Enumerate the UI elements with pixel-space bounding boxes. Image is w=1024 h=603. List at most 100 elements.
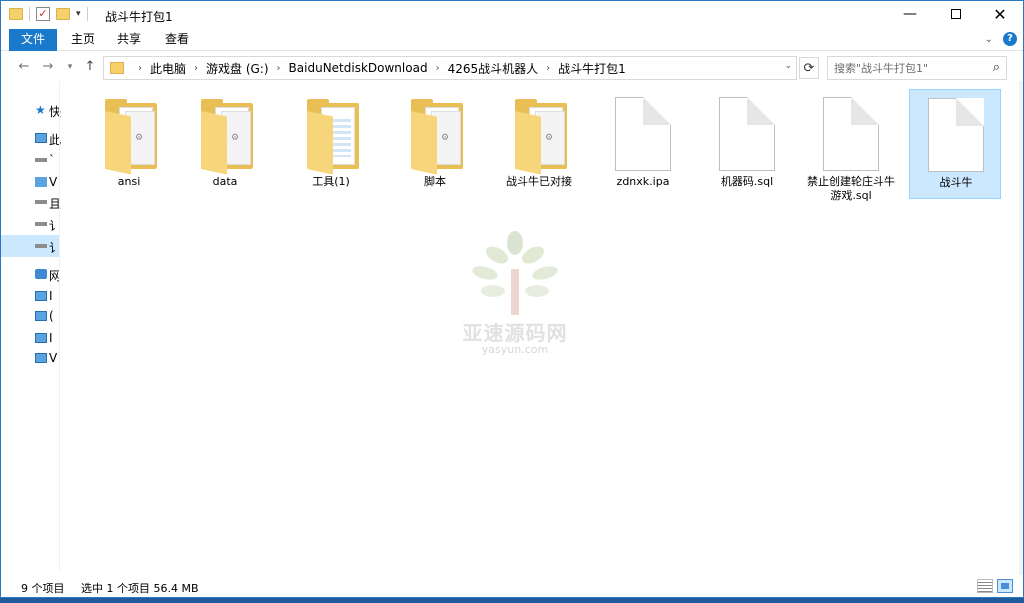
monitor-icon xyxy=(35,333,47,343)
folder-icon: ⚙ xyxy=(101,97,157,175)
folder-item-ansi[interactable]: ⚙ ansi xyxy=(83,89,175,199)
maximize-icon xyxy=(951,9,961,19)
toolbar-divider xyxy=(29,7,30,21)
watermark-title: 亚速源码网 xyxy=(462,321,568,345)
nav-item-computer[interactable]: V xyxy=(1,347,59,369)
item-name: 战斗牛已对接 xyxy=(506,175,572,188)
maximize-button[interactable] xyxy=(933,1,979,29)
search-icon[interactable]: ⌕ xyxy=(993,60,1000,75)
up-arrow-icon[interactable]: ↑ xyxy=(81,57,99,77)
drive-icon xyxy=(35,222,47,226)
scrollbar-track[interactable] xyxy=(1019,81,1023,581)
navigation-pane[interactable]: ★ 快 此 ` V 且 讠 讠 网 I (I V xyxy=(1,91,61,571)
chevron-right-icon[interactable]: › xyxy=(194,63,198,74)
large-icons-view-button[interactable] xyxy=(997,579,1013,593)
item-name: zdnxk.ipa xyxy=(616,175,670,188)
forward-arrow-icon[interactable]: → xyxy=(39,57,57,77)
nav-item-label: ` xyxy=(49,153,55,167)
folder-icon: ⚙ xyxy=(511,97,567,175)
folder-item-connected[interactable]: ⚙ 战斗牛已对接 xyxy=(493,89,585,199)
drive-icon xyxy=(35,244,47,248)
customize-dropdown-icon[interactable]: ▾ xyxy=(76,9,81,19)
recent-locations-icon[interactable]: ▾ xyxy=(61,57,79,77)
file-icon xyxy=(615,97,671,171)
pane-divider[interactable] xyxy=(59,81,60,571)
network-icon xyxy=(35,269,47,279)
nav-item-label: I xyxy=(49,331,53,345)
tab-share[interactable]: 共享 xyxy=(105,29,153,51)
breadcrumb-game-drive[interactable]: 游戏盘 (G:) xyxy=(206,60,269,77)
search-box[interactable]: ⌕ xyxy=(827,56,1007,80)
folder-item-tools[interactable]: 工具(1) xyxy=(285,89,377,199)
tree-logo-icon xyxy=(472,231,558,315)
refresh-button[interactable]: ⟳ xyxy=(799,57,819,79)
star-icon: ★ xyxy=(35,103,46,117)
breadcrumb-this-pc[interactable]: 此电脑 xyxy=(150,60,186,77)
nav-item-label: V xyxy=(49,351,58,365)
tab-home[interactable]: 主页 xyxy=(59,29,107,51)
file-item-machine-code[interactable]: 机器码.sql xyxy=(701,89,793,199)
folder-icon: ⚙ xyxy=(407,97,463,175)
watermark-logo: 亚速源码网 yasyun.com xyxy=(445,229,585,359)
address-bar[interactable]: › 此电脑 › 游戏盘 (G:) › BaiduNetdiskDownload … xyxy=(103,56,797,80)
item-name: data xyxy=(212,175,238,188)
item-count: 9 个项目 xyxy=(21,582,65,595)
file-item-sql[interactable]: 禁止创建轮庄斗牛游戏.sql xyxy=(805,89,897,202)
folder-icon xyxy=(110,62,124,74)
tab-view[interactable]: 查看 xyxy=(153,29,201,51)
address-history-dropdown-icon[interactable]: ⌄ xyxy=(784,61,792,71)
nav-item-computer[interactable]: I xyxy=(1,285,59,307)
chevron-right-icon[interactable]: › xyxy=(436,63,440,74)
quick-access-toolbar: ✓ ▾ xyxy=(9,7,88,21)
details-view-button[interactable] xyxy=(977,579,993,593)
ribbon-tabs: 文件 主页 共享 查看 ⌄ ? xyxy=(1,29,1023,51)
nav-item-label: V xyxy=(49,175,58,189)
help-icon[interactable]: ? xyxy=(1003,32,1017,46)
nav-item-computer[interactable]: ( xyxy=(1,305,59,327)
expand-ribbon-icon[interactable]: ⌄ xyxy=(985,34,993,45)
breadcrumb-current[interactable]: 战斗牛打包1 xyxy=(558,60,626,77)
window-title: 战斗牛打包1 xyxy=(105,10,173,24)
nav-item-label: I xyxy=(49,289,53,303)
item-name: 禁止创建轮庄斗牛游戏.sql xyxy=(807,175,895,202)
nav-item-game-drive[interactable]: 讠 xyxy=(1,235,61,257)
selection-info: 选中 1 个项目 56.4 MB xyxy=(81,582,199,595)
folder-icon xyxy=(9,8,23,20)
nav-item-drive[interactable]: 讠 xyxy=(1,213,61,235)
folder-item-data[interactable]: ⚙ data xyxy=(179,89,271,199)
explorer-window: ✓ ▾ 战斗牛打包1 — ✕ 文件 主页 共享 查看 ⌄ ? ← → ▾ ↑ ›… xyxy=(0,0,1024,598)
folder-item-scripts[interactable]: ⚙ 脚本 xyxy=(389,89,481,199)
chevron-right-icon[interactable]: › xyxy=(138,63,142,74)
item-name: ansi xyxy=(117,175,141,188)
close-button[interactable]: ✕ xyxy=(977,1,1023,29)
nav-item-drive[interactable]: 且 xyxy=(1,191,61,213)
nav-item-computer[interactable]: I xyxy=(1,327,59,349)
nav-item-network-drive[interactable]: V xyxy=(1,171,59,193)
desktop-edge xyxy=(0,598,1024,603)
drive-icon xyxy=(35,158,47,162)
nav-item-network[interactable]: 网 xyxy=(1,263,61,285)
file-item-selected[interactable]: 战斗牛 xyxy=(909,89,1001,199)
properties-icon[interactable]: ✓ xyxy=(36,7,50,21)
file-icon xyxy=(928,98,984,172)
file-item-ipa[interactable]: zdnxk.ipa xyxy=(597,89,689,199)
nav-item-this-pc[interactable]: 此 xyxy=(1,127,61,149)
minimize-button[interactable]: — xyxy=(887,1,933,29)
breadcrumb-baidu-download[interactable]: BaiduNetdiskDownload xyxy=(289,61,428,75)
tab-file[interactable]: 文件 xyxy=(9,29,57,51)
nav-item-quick-access[interactable]: ★ 快 xyxy=(1,99,61,121)
search-input[interactable] xyxy=(828,57,978,79)
chevron-right-icon[interactable]: › xyxy=(277,63,281,74)
folder-icon xyxy=(303,97,359,175)
drive-icon xyxy=(35,200,47,204)
back-arrow-icon[interactable]: ← xyxy=(15,57,33,77)
new-folder-icon[interactable] xyxy=(56,8,70,20)
breadcrumb-robot[interactable]: 4265战斗机器人 xyxy=(448,60,539,77)
chevron-right-icon[interactable]: › xyxy=(546,63,550,74)
watermark-subtitle: yasyun.com xyxy=(481,343,549,356)
pc-icon xyxy=(35,133,47,143)
folder-icon: ⚙ xyxy=(197,97,253,175)
status-bar: 9 个项目 选中 1 个项目 56.4 MB xyxy=(1,575,1023,597)
item-name: 战斗牛 xyxy=(939,176,973,189)
nav-item-drive[interactable]: ` xyxy=(1,149,59,171)
